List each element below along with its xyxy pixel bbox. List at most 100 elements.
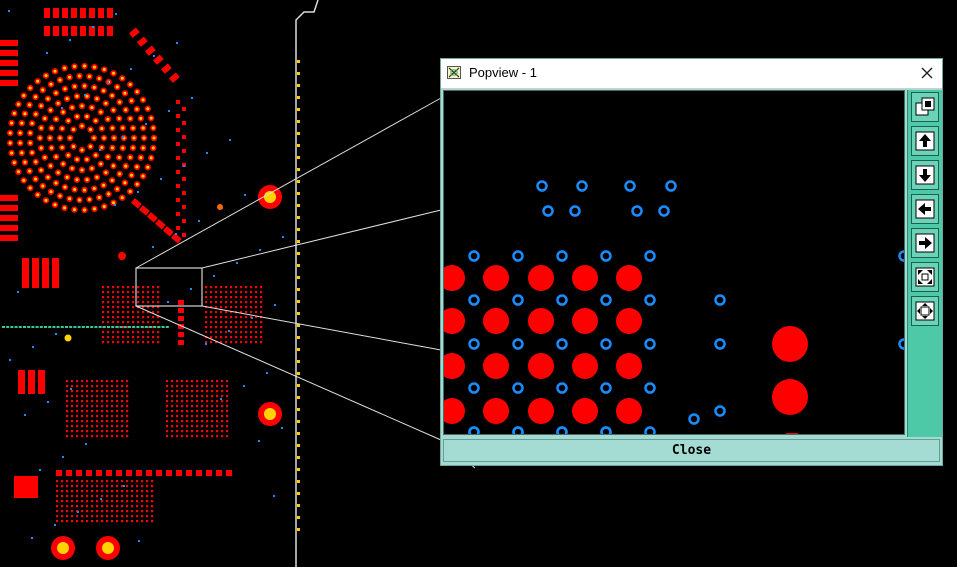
bga-ball — [126, 480, 129, 483]
bga-ball — [126, 490, 129, 493]
bga-ball — [106, 400, 109, 403]
bga-ball — [136, 510, 139, 513]
bga-ball — [122, 291, 125, 294]
bga-ball — [240, 341, 243, 344]
bga-ball — [101, 395, 104, 398]
pan-up-button[interactable] — [911, 126, 939, 156]
bga-ball — [81, 430, 84, 433]
bga-ball — [226, 400, 229, 403]
bga-ball — [76, 500, 79, 503]
bga-ball — [201, 415, 204, 418]
bga-ball — [96, 510, 99, 513]
pan-down-button[interactable] — [911, 160, 939, 190]
bga-ball — [260, 331, 263, 334]
bga-ball — [61, 490, 64, 493]
bga-ball — [91, 390, 94, 393]
bga-ball — [191, 410, 194, 413]
smd-pad — [107, 26, 113, 36]
bga-ball — [106, 420, 109, 423]
zoom-fit-button[interactable] — [911, 262, 939, 292]
pad-hole — [94, 119, 98, 123]
bga-ball — [117, 286, 120, 289]
via — [39, 469, 41, 471]
smd-pad — [166, 470, 172, 476]
pad-hole — [115, 85, 119, 89]
bga-ball — [225, 336, 228, 339]
bga-ball — [76, 390, 79, 393]
bga-ball — [151, 520, 154, 523]
bga-ball — [260, 296, 263, 299]
bga-ball — [116, 380, 119, 383]
via — [8, 10, 10, 12]
bga-ball — [107, 321, 110, 324]
smd-pad — [178, 316, 184, 321]
edge-pad — [297, 420, 300, 423]
bga-ball — [196, 435, 199, 438]
layers-button[interactable] — [911, 92, 939, 122]
bga-ball — [106, 425, 109, 428]
bga-ball — [230, 341, 233, 344]
bga-ball — [126, 430, 129, 433]
smd-pad — [22, 258, 29, 288]
bga-ball — [126, 520, 129, 523]
bga-ball — [211, 380, 214, 383]
bga-ball — [245, 321, 248, 324]
bga-ball — [226, 435, 229, 438]
zoom-window-button[interactable] — [911, 296, 939, 326]
pad-hole — [146, 165, 150, 169]
pad-hole — [110, 146, 114, 150]
bga-ball — [211, 395, 214, 398]
pad-hole — [135, 182, 139, 186]
pad-hole — [28, 141, 32, 145]
bga-ball — [186, 430, 189, 433]
pad-hole — [53, 203, 57, 207]
bga-ball — [166, 420, 169, 423]
bga-ball — [210, 336, 213, 339]
smd-pad — [176, 470, 182, 476]
smd-pad — [176, 184, 180, 188]
popview-titlebar[interactable]: Popview - 1 — [441, 59, 942, 89]
close-icon[interactable] — [918, 64, 936, 82]
bga-ball — [166, 410, 169, 413]
bga-ball — [71, 435, 74, 438]
bga-ball — [96, 495, 99, 498]
bga-ball — [96, 420, 99, 423]
bga-ball — [171, 395, 174, 398]
bga-ball — [126, 415, 129, 418]
trace-marker — [119, 326, 123, 328]
bga-ball — [205, 286, 208, 289]
via — [229, 139, 231, 141]
bga-ball — [142, 316, 145, 319]
popview-zoom-view[interactable] — [443, 90, 905, 435]
pan-left-button[interactable] — [911, 194, 939, 224]
pad-hole — [112, 201, 116, 205]
pad-hole — [128, 155, 132, 159]
bga-ball — [137, 286, 140, 289]
bga-ball — [191, 390, 194, 393]
pad-hole — [63, 66, 67, 70]
zoom-via — [658, 205, 670, 217]
bga-ball — [181, 380, 184, 383]
bga-ball — [106, 495, 109, 498]
trace-marker — [94, 326, 98, 328]
bga-ball — [96, 520, 99, 523]
bga-ball — [76, 485, 79, 488]
zoom-via — [556, 250, 568, 262]
close-button[interactable]: Close — [443, 439, 940, 462]
pad-hole — [102, 204, 106, 208]
smd-pad — [216, 470, 222, 476]
bga-ball — [176, 410, 179, 413]
bga-ball — [111, 510, 114, 513]
via — [32, 346, 34, 348]
edge-pad — [297, 288, 300, 291]
bga-ball — [117, 321, 120, 324]
pan-right-button[interactable] — [911, 228, 939, 258]
via — [205, 343, 207, 345]
bga-ball — [66, 480, 69, 483]
bga-ball — [186, 390, 189, 393]
pad-hole — [61, 110, 65, 114]
bga-ball — [76, 385, 79, 388]
pad-hole — [49, 190, 53, 194]
bga-ball — [141, 500, 144, 503]
pad-hole — [36, 79, 40, 83]
